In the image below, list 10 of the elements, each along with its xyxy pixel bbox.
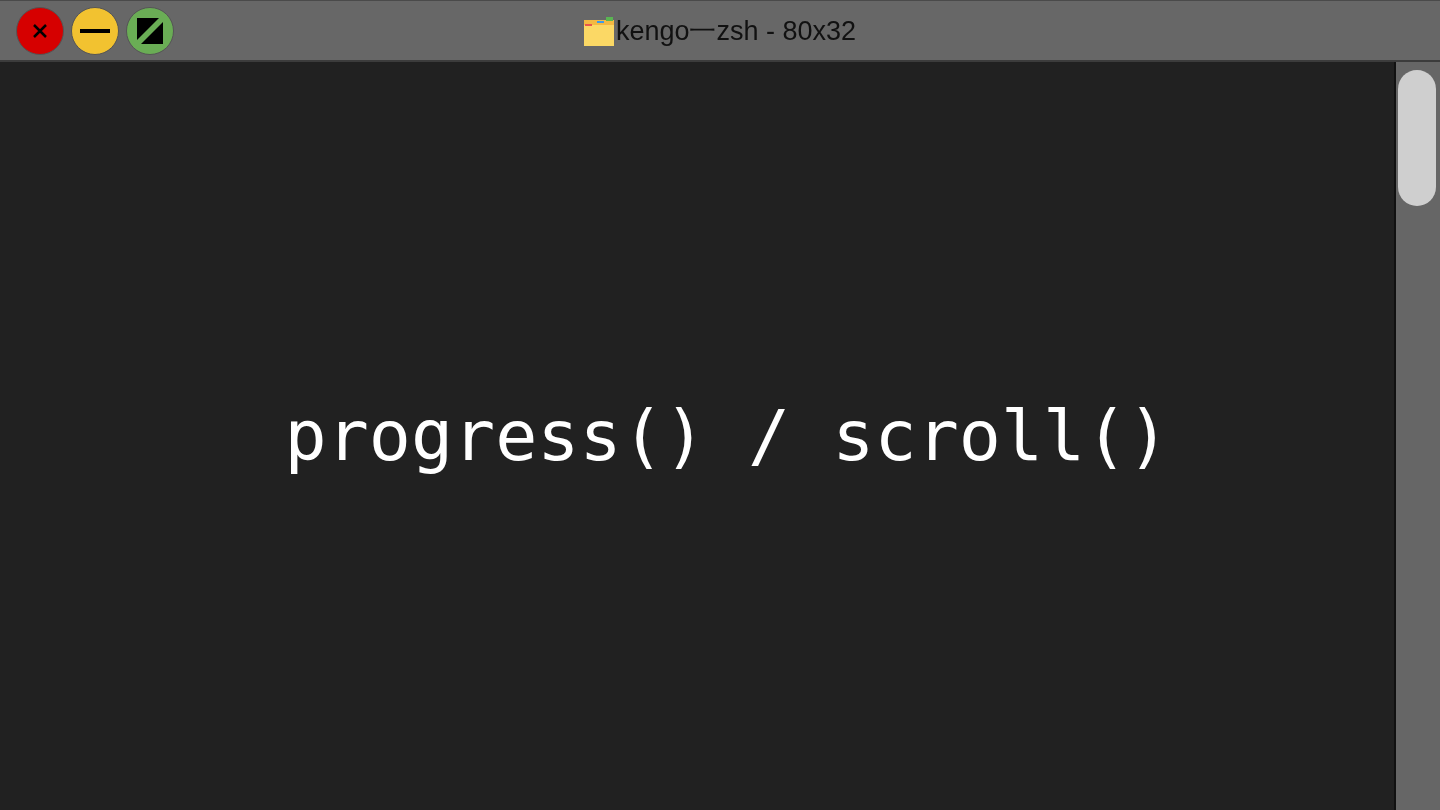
minimize-icon xyxy=(80,28,110,33)
terminal-text: progress() / scroll() xyxy=(284,395,1170,477)
close-icon xyxy=(32,22,48,39)
maximize-icon xyxy=(137,17,163,44)
window-title: kengo一zsh - 80x32 xyxy=(615,14,857,48)
minimize-button[interactable] xyxy=(71,6,119,55)
scrollbar-thumb[interactable] xyxy=(1398,70,1436,206)
close-button[interactable] xyxy=(16,6,64,55)
folder-icon xyxy=(583,15,614,46)
maximize-button[interactable] xyxy=(126,6,174,55)
